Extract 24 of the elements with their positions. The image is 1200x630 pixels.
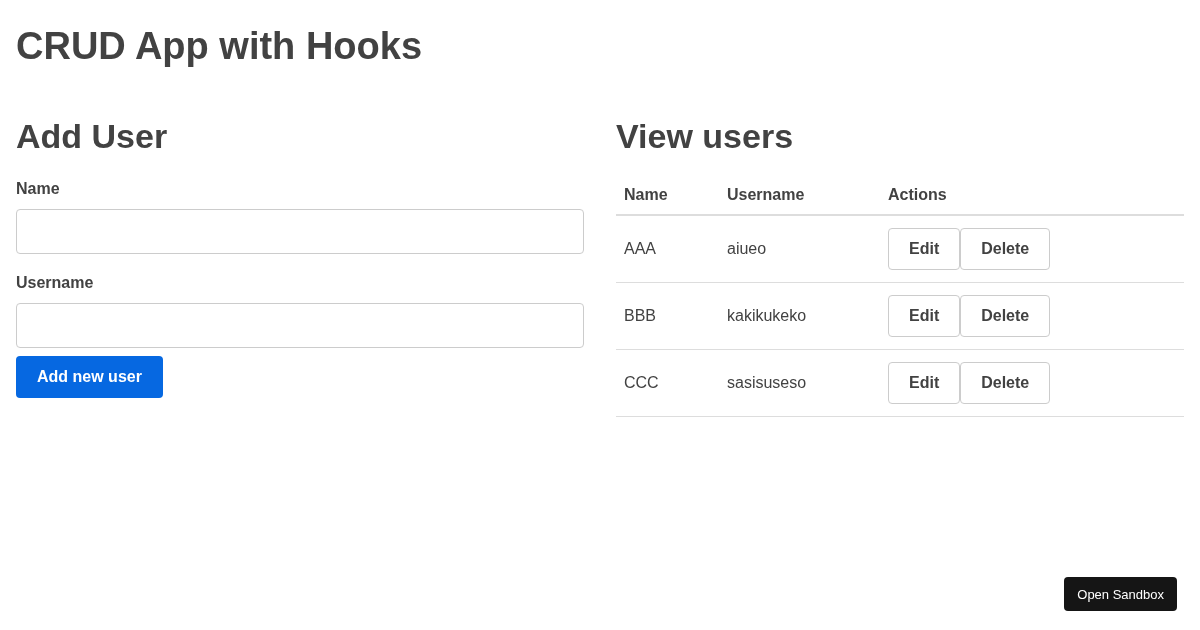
delete-button[interactable]: Delete [960, 362, 1051, 404]
delete-button[interactable]: Delete [960, 228, 1051, 270]
field-label: Username [16, 274, 94, 292]
section-heading: View users [616, 116, 795, 156]
table-cell: BBB [624, 307, 656, 324]
edit-button[interactable]: Edit [888, 228, 961, 270]
add-user-button[interactable]: Add new user [16, 356, 163, 398]
edit-button[interactable]: Edit [888, 362, 961, 404]
section-heading: Add User [16, 116, 169, 156]
delete-button[interactable]: Delete [960, 295, 1051, 337]
table-cell: kakikukeko [727, 307, 807, 324]
open-sandbox-button[interactable]: Open Sandbox [1064, 577, 1177, 611]
column-header: Name [624, 186, 668, 203]
page-title: CRUD App with Hooks [16, 24, 423, 68]
table-cell: aiueo [727, 240, 767, 257]
column-header: Username [727, 186, 805, 203]
table-cell: sasisuseso [727, 374, 807, 391]
edit-button[interactable]: Edit [888, 295, 961, 337]
table-cell: CCC [624, 374, 659, 391]
table-cell: AAA [624, 240, 656, 257]
input-field[interactable] [16, 209, 584, 254]
input-field[interactable] [16, 303, 584, 348]
field-label: Name [16, 180, 60, 198]
column-header: Actions [888, 186, 947, 203]
